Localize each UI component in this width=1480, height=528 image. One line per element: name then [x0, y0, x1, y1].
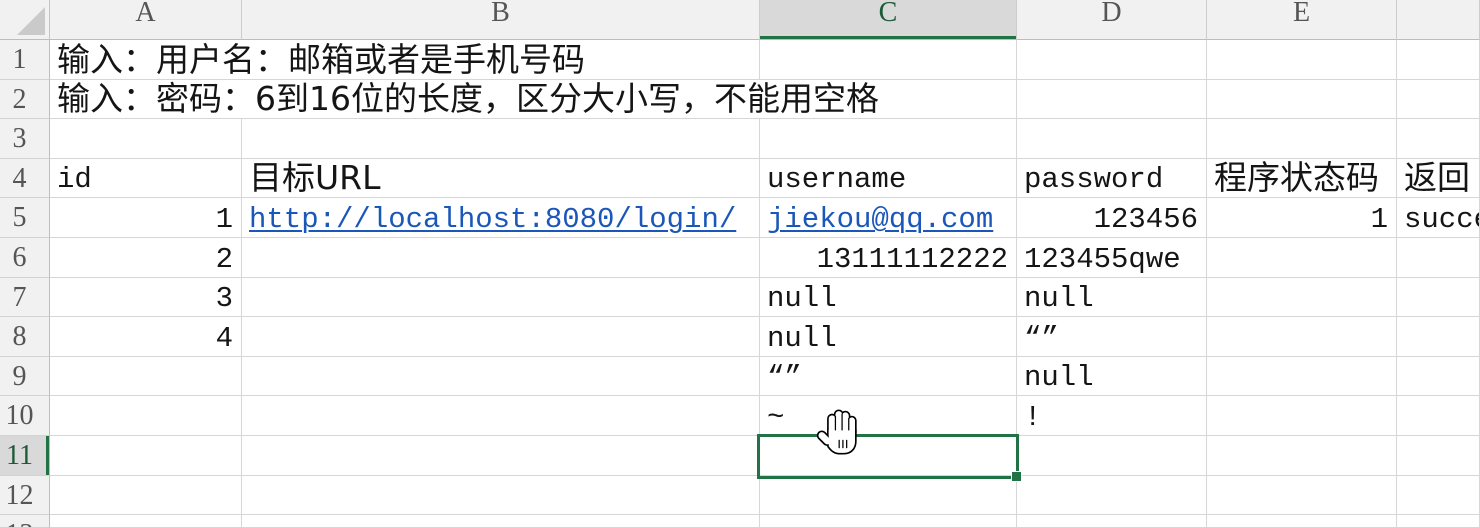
cell-F5[interactable]: succe — [1397, 198, 1480, 238]
row-header-10[interactable]: 10 — [0, 396, 50, 436]
cell-F3[interactable] — [1397, 119, 1480, 159]
cell-A12[interactable] — [50, 475, 242, 516]
cell-E12[interactable] — [1207, 475, 1397, 516]
row-header-9[interactable]: 9 — [0, 356, 50, 397]
cell-B13[interactable] — [242, 515, 760, 528]
row-header-6[interactable]: 6 — [0, 237, 50, 278]
cell-B12[interactable] — [242, 475, 760, 516]
cell-E2[interactable] — [1207, 79, 1397, 120]
cell-B10[interactable] — [242, 396, 760, 436]
column-header-B[interactable]: B — [242, 0, 760, 40]
cell-C13[interactable] — [760, 515, 1017, 528]
cell-D3[interactable] — [1017, 119, 1207, 159]
cell-F11[interactable] — [1397, 435, 1480, 476]
cell-B6[interactable] — [242, 237, 760, 278]
cell-F1[interactable] — [1397, 40, 1480, 80]
cell-E6[interactable] — [1207, 237, 1397, 278]
cell-C7[interactable]: null — [760, 277, 1017, 318]
cell-A7[interactable]: 3 — [50, 277, 242, 318]
cell-B3[interactable] — [242, 119, 760, 159]
row-header-3[interactable]: 3 — [0, 119, 50, 159]
row-header-4[interactable]: 4 — [0, 158, 50, 199]
row-header-1[interactable]: 1 — [0, 40, 50, 80]
cell-C8[interactable]: null — [760, 317, 1017, 357]
cell-A11[interactable] — [50, 435, 242, 476]
cell-C12[interactable] — [760, 475, 1017, 516]
cell-D13[interactable] — [1017, 515, 1207, 528]
row-header-7[interactable]: 7 — [0, 277, 50, 318]
cell-B8[interactable] — [242, 317, 760, 357]
fill-handle[interactable] — [1011, 470, 1022, 482]
cell-D12[interactable] — [1017, 475, 1207, 516]
cell-E1[interactable] — [1207, 40, 1397, 80]
cell-C5[interactable]: jiekou@qq.com — [760, 198, 1017, 238]
cell-B9[interactable] — [242, 356, 760, 397]
cell-D4[interactable]: password — [1017, 158, 1207, 199]
cell-A1[interactable]: 输入：用户名：邮箱或者是手机号码 — [50, 40, 760, 80]
cell-A5[interactable]: 1 — [50, 198, 242, 238]
row-header-5[interactable]: 5 — [0, 198, 50, 238]
cell-F9[interactable] — [1397, 356, 1480, 397]
cell-F7[interactable] — [1397, 277, 1480, 318]
cell-D8[interactable]: “” — [1017, 317, 1207, 357]
column-header-E[interactable]: E — [1207, 0, 1397, 40]
row-header-12[interactable]: 12 — [0, 475, 50, 516]
cell-F2[interactable] — [1397, 79, 1480, 120]
cell-E8[interactable] — [1207, 317, 1397, 357]
cell-A9[interactable] — [50, 356, 242, 397]
cell-C1[interactable] — [760, 40, 1017, 80]
cell-A2[interactable]: 输入：密码：6到16位的长度，区分大小写，不能用空格 — [50, 79, 1017, 120]
cell-D11[interactable] — [1017, 435, 1207, 476]
cell-C6[interactable]: 13111112222 — [760, 237, 1017, 278]
cell-F10[interactable] — [1397, 396, 1480, 436]
cell-C9[interactable]: “” — [760, 356, 1017, 397]
cell-A10[interactable] — [50, 396, 242, 436]
cell-B11[interactable] — [242, 435, 760, 476]
cell-E11[interactable] — [1207, 435, 1397, 476]
cell-F6[interactable] — [1397, 237, 1480, 278]
column-header-C[interactable]: C — [760, 0, 1017, 40]
cell-B4[interactable]: 目标URL — [242, 158, 760, 199]
cell-A3[interactable] — [50, 119, 242, 159]
cell-D10[interactable]: ! — [1017, 396, 1207, 436]
column-header-A[interactable]: A — [50, 0, 242, 40]
cell-F12[interactable] — [1397, 475, 1480, 516]
cell-D6[interactable]: 123455qwe — [1017, 237, 1207, 278]
cell-A8[interactable]: 4 — [50, 317, 242, 357]
row-header-13[interactable]: 13 — [0, 515, 50, 528]
cell-D2[interactable] — [1017, 79, 1207, 120]
column-header-D[interactable]: D — [1017, 0, 1207, 40]
cell-E9[interactable] — [1207, 356, 1397, 397]
cell-E5[interactable]: 1 — [1207, 198, 1397, 238]
cell-E7[interactable] — [1207, 277, 1397, 318]
cell-F8[interactable] — [1397, 317, 1480, 357]
select-all-button[interactable] — [0, 0, 50, 40]
cell-C3[interactable] — [760, 119, 1017, 159]
cell-C11[interactable] — [760, 435, 1017, 476]
cell-E10[interactable] — [1207, 396, 1397, 436]
cell-D1[interactable] — [1017, 40, 1207, 80]
select-all-triangle-icon — [17, 7, 45, 35]
cell-A4[interactable]: id — [50, 158, 242, 199]
cell-E3[interactable] — [1207, 119, 1397, 159]
cell-B5[interactable]: http://localhost:8080/login/ — [242, 198, 760, 238]
cell-C4[interactable]: username — [760, 158, 1017, 199]
cell-A13[interactable] — [50, 515, 242, 528]
cell-F13[interactable] — [1397, 515, 1480, 528]
row-header-2[interactable]: 2 — [0, 79, 50, 120]
spreadsheet-grid: A B C D E 1 输入：用户名：邮箱或者是手机号码 2 输入：密码：6到16位的长度，区分… — [0, 0, 1480, 528]
cell-E4[interactable]: 程序状态码 — [1207, 158, 1397, 199]
cell-D7[interactable]: null — [1017, 277, 1207, 318]
row-header-8[interactable]: 8 — [0, 317, 50, 357]
cell-D5[interactable]: 123456 — [1017, 198, 1207, 238]
row-header-11[interactable]: 11 — [0, 435, 50, 476]
cell-B7[interactable] — [242, 277, 760, 318]
cell-C10[interactable]: ~ — [760, 396, 1017, 436]
column-header-F[interactable] — [1397, 0, 1480, 40]
cell-A6[interactable]: 2 — [50, 237, 242, 278]
cell-E13[interactable] — [1207, 515, 1397, 528]
cell-F4[interactable]: 返回 — [1397, 158, 1480, 199]
cell-D9[interactable]: null — [1017, 356, 1207, 397]
